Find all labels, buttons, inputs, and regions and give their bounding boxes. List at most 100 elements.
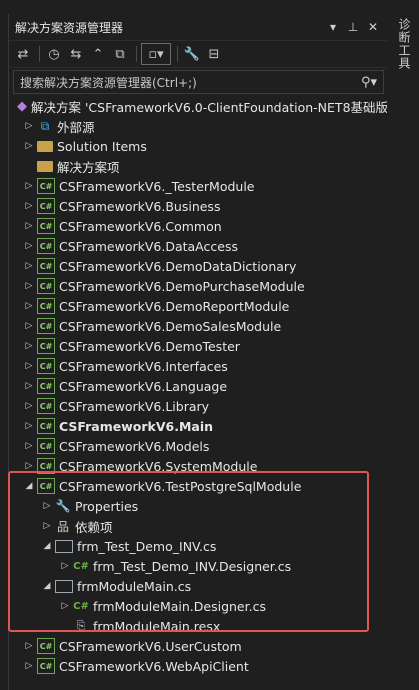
expand-arrow-icon[interactable]: ▷	[23, 141, 35, 151]
expand-arrow-icon[interactable]: ▷	[23, 181, 35, 191]
search-icon[interactable]: ⚲	[361, 75, 371, 90]
solution-tree: ◆ 解决方案 'CSFrameworkV6.0-ClientFoundation-…	[9, 96, 400, 676]
tree-item[interactable]: ▷ C# CSFrameworkV6.DemoTester	[9, 336, 388, 356]
expand-arrow-icon[interactable]: ▷	[23, 641, 35, 651]
solution-explorer-window: 解决方案资源管理器 ▾ ⊥ ✕ ⇄ ◷ ⇆ ⌃ ⧉ ▫▾ 🔧 ⊟ 搜索解决方案资…	[8, 14, 400, 690]
close-icon[interactable]: ✕	[364, 20, 382, 34]
tree-item[interactable]: ▷ C# CSFrameworkV6.Library	[9, 396, 388, 416]
tree-item[interactable]: ▷ C# CSFrameworkV6.Main	[9, 416, 388, 436]
search-options-icon[interactable]: ▾	[370, 75, 377, 90]
tree-item[interactable]: ▷ C# CSFrameworkV6.DemoDataDictionary	[9, 256, 388, 276]
filter-icon[interactable]: ▫▾	[141, 43, 171, 65]
tree-item-label: frm_Test_Demo_INV.cs	[77, 538, 217, 554]
pin-icon[interactable]: ⊥	[344, 20, 362, 34]
tree-item[interactable]: ▷ C# CSFrameworkV6.Common	[9, 216, 388, 236]
expand-arrow-icon[interactable]: ▷	[41, 521, 53, 531]
properties-icon: 🔧	[55, 499, 71, 513]
title-bar: 解决方案资源管理器 ▾ ⊥ ✕	[9, 14, 388, 41]
tree-item[interactable]: ▷ C# CSFrameworkV6.DemoPurchaseModule	[9, 276, 388, 296]
expand-arrow-icon[interactable]: ▷	[23, 421, 35, 431]
solution-icon: ◆	[17, 98, 27, 114]
expand-arrow-icon[interactable]: ▷	[23, 241, 35, 251]
expand-arrow-icon[interactable]: ▷	[23, 361, 35, 371]
csharp-project-icon: C#	[37, 278, 55, 294]
expanded-arrow-icon[interactable]: ◢	[41, 541, 53, 551]
expand-arrow-icon[interactable]: ▷	[23, 201, 35, 211]
expand-arrow-icon[interactable]: ▷	[23, 301, 35, 311]
tree-item-label: CSFrameworkV6.DemoReportModule	[59, 298, 290, 314]
tree-item[interactable]: ▷ C# CSFrameworkV6.Business	[9, 196, 388, 216]
csharp-project-icon: C#	[37, 198, 55, 214]
expand-arrow-icon[interactable]: ▷	[23, 281, 35, 291]
diagnostic-tools-tab[interactable]: 诊断工具	[395, 18, 413, 70]
tree-item[interactable]: ◆ 解决方案 'CSFrameworkV6.0-ClientFoundation-…	[9, 96, 400, 116]
expand-arrow-icon[interactable]: ▷	[23, 381, 35, 391]
expand-arrow-icon[interactable]: ▷	[23, 321, 35, 331]
expand-arrow-icon[interactable]: ▷	[23, 341, 35, 351]
search-box[interactable]: 搜索解决方案资源管理器(Ctrl+;) ⚲ ▾	[13, 70, 384, 94]
tree-item[interactable]: ▷ C# CSFrameworkV6.DemoReportModule	[9, 296, 388, 316]
divider	[177, 46, 178, 62]
tree-item-label: CSFrameworkV6.SystemModule	[59, 458, 258, 474]
tree-item[interactable]: ▷ C# CSFrameworkV6.Language	[9, 376, 388, 396]
expanded-arrow-icon[interactable]: ◢	[41, 581, 53, 591]
tree-item[interactable]: ⎘ frmModuleMain.resx	[9, 616, 388, 636]
tree-item-label: 解决方案项	[57, 159, 120, 175]
preview-icon[interactable]: ⊟	[204, 44, 224, 64]
tree-item[interactable]: ▷ Solution Items	[9, 136, 388, 156]
expand-arrow-icon[interactable]: ▷	[41, 501, 53, 511]
tree-item[interactable]: 解决方案项	[9, 156, 388, 176]
expand-arrow-icon[interactable]: ▷	[59, 601, 71, 611]
tree-item-label: CSFrameworkV6.DemoDataDictionary	[59, 258, 297, 274]
divider	[136, 46, 137, 62]
tree-item-label: Properties	[75, 498, 139, 514]
tree-item-label: CSFrameworkV6.Common	[59, 218, 222, 234]
copy-icon[interactable]: ⧉	[110, 44, 130, 64]
tree-item[interactable]: ▷ C# CSFrameworkV6.DemoSalesModule	[9, 316, 388, 336]
tree-item[interactable]: ◢ frm_Test_Demo_INV.cs	[9, 536, 388, 556]
sync-icon[interactable]: ⇆	[66, 44, 86, 64]
tree-item-label: CSFrameworkV6.DemoTester	[59, 338, 240, 354]
tree-item[interactable]: ▷ C# CSFrameworkV6.SystemModule	[9, 456, 388, 476]
form-icon	[55, 539, 73, 553]
tree-item[interactable]: ▷ C# CSFrameworkV6.Interfaces	[9, 356, 388, 376]
tree-item[interactable]: ▷ 品依赖项	[9, 516, 388, 536]
tree-item[interactable]: ▷ C# CSFrameworkV6.WebApiClient	[9, 656, 388, 676]
search-input[interactable]: 搜索解决方案资源管理器(Ctrl+;)	[20, 74, 361, 91]
tree-item[interactable]: ▷ C# CSFrameworkV6.Models	[9, 436, 388, 456]
csharp-project-icon: C#	[37, 478, 55, 494]
tree-item[interactable]: ▷ 🔧 Properties	[9, 496, 388, 516]
resx-file-icon: ⎘	[76, 619, 86, 632]
expanded-arrow-icon[interactable]: ◢	[23, 481, 35, 491]
history-icon[interactable]: ◷	[44, 44, 64, 64]
collapse-all-icon[interactable]: ⌃	[88, 44, 108, 64]
tree-item[interactable]: ▷ C# frm_Test_Demo_INV.Designer.cs	[9, 556, 388, 576]
expand-arrow-icon[interactable]: ▷	[23, 441, 35, 451]
expand-arrow-icon[interactable]: ▷	[23, 661, 35, 671]
tree-item[interactable]: ▷ C# frmModuleMain.Designer.cs	[9, 596, 388, 616]
tree-item-label: CSFrameworkV6.Language	[59, 378, 228, 394]
tree-item[interactable]: ▷ C# CSFrameworkV6._TesterModule	[9, 176, 388, 196]
expand-arrow-icon[interactable]: ▷	[23, 461, 35, 471]
tree-item[interactable]: ▷ C# CSFrameworkV6.UserCustom	[9, 636, 388, 656]
expand-arrow-icon[interactable]: ▷	[23, 121, 35, 131]
side-panel	[387, 14, 419, 690]
chevron-down-icon[interactable]: ▾	[324, 20, 342, 34]
expand-arrow-icon[interactable]: ▷	[59, 561, 71, 571]
switch-views-icon[interactable]: ⇄	[13, 44, 33, 64]
csharp-project-icon: C#	[37, 398, 55, 414]
tree-item[interactable]: ▷ ⧉ 外部源	[9, 116, 388, 136]
wrench-icon[interactable]: 🔧	[182, 44, 202, 64]
expand-arrow-icon[interactable]: ▷	[23, 221, 35, 231]
expand-arrow-icon[interactable]: ▷	[23, 401, 35, 411]
window-title: 解决方案资源管理器	[15, 20, 124, 35]
folder-icon	[37, 140, 53, 152]
csharp-project-icon: C#	[37, 658, 55, 674]
tree-item-label: 依赖项	[75, 519, 113, 535]
tree-item[interactable]: ◢ C# CSFrameworkV6.TestPostgreSqlModule	[9, 476, 388, 496]
tree-item[interactable]: ▷ C# CSFrameworkV6.DataAccess	[9, 236, 388, 256]
tree-item[interactable]: ◢ frmModuleMain.cs	[9, 576, 388, 596]
tree-item-label: CSFrameworkV6.Library	[59, 398, 210, 414]
expand-arrow-icon[interactable]: ▷	[23, 261, 35, 271]
csharp-project-icon: C#	[37, 318, 55, 334]
